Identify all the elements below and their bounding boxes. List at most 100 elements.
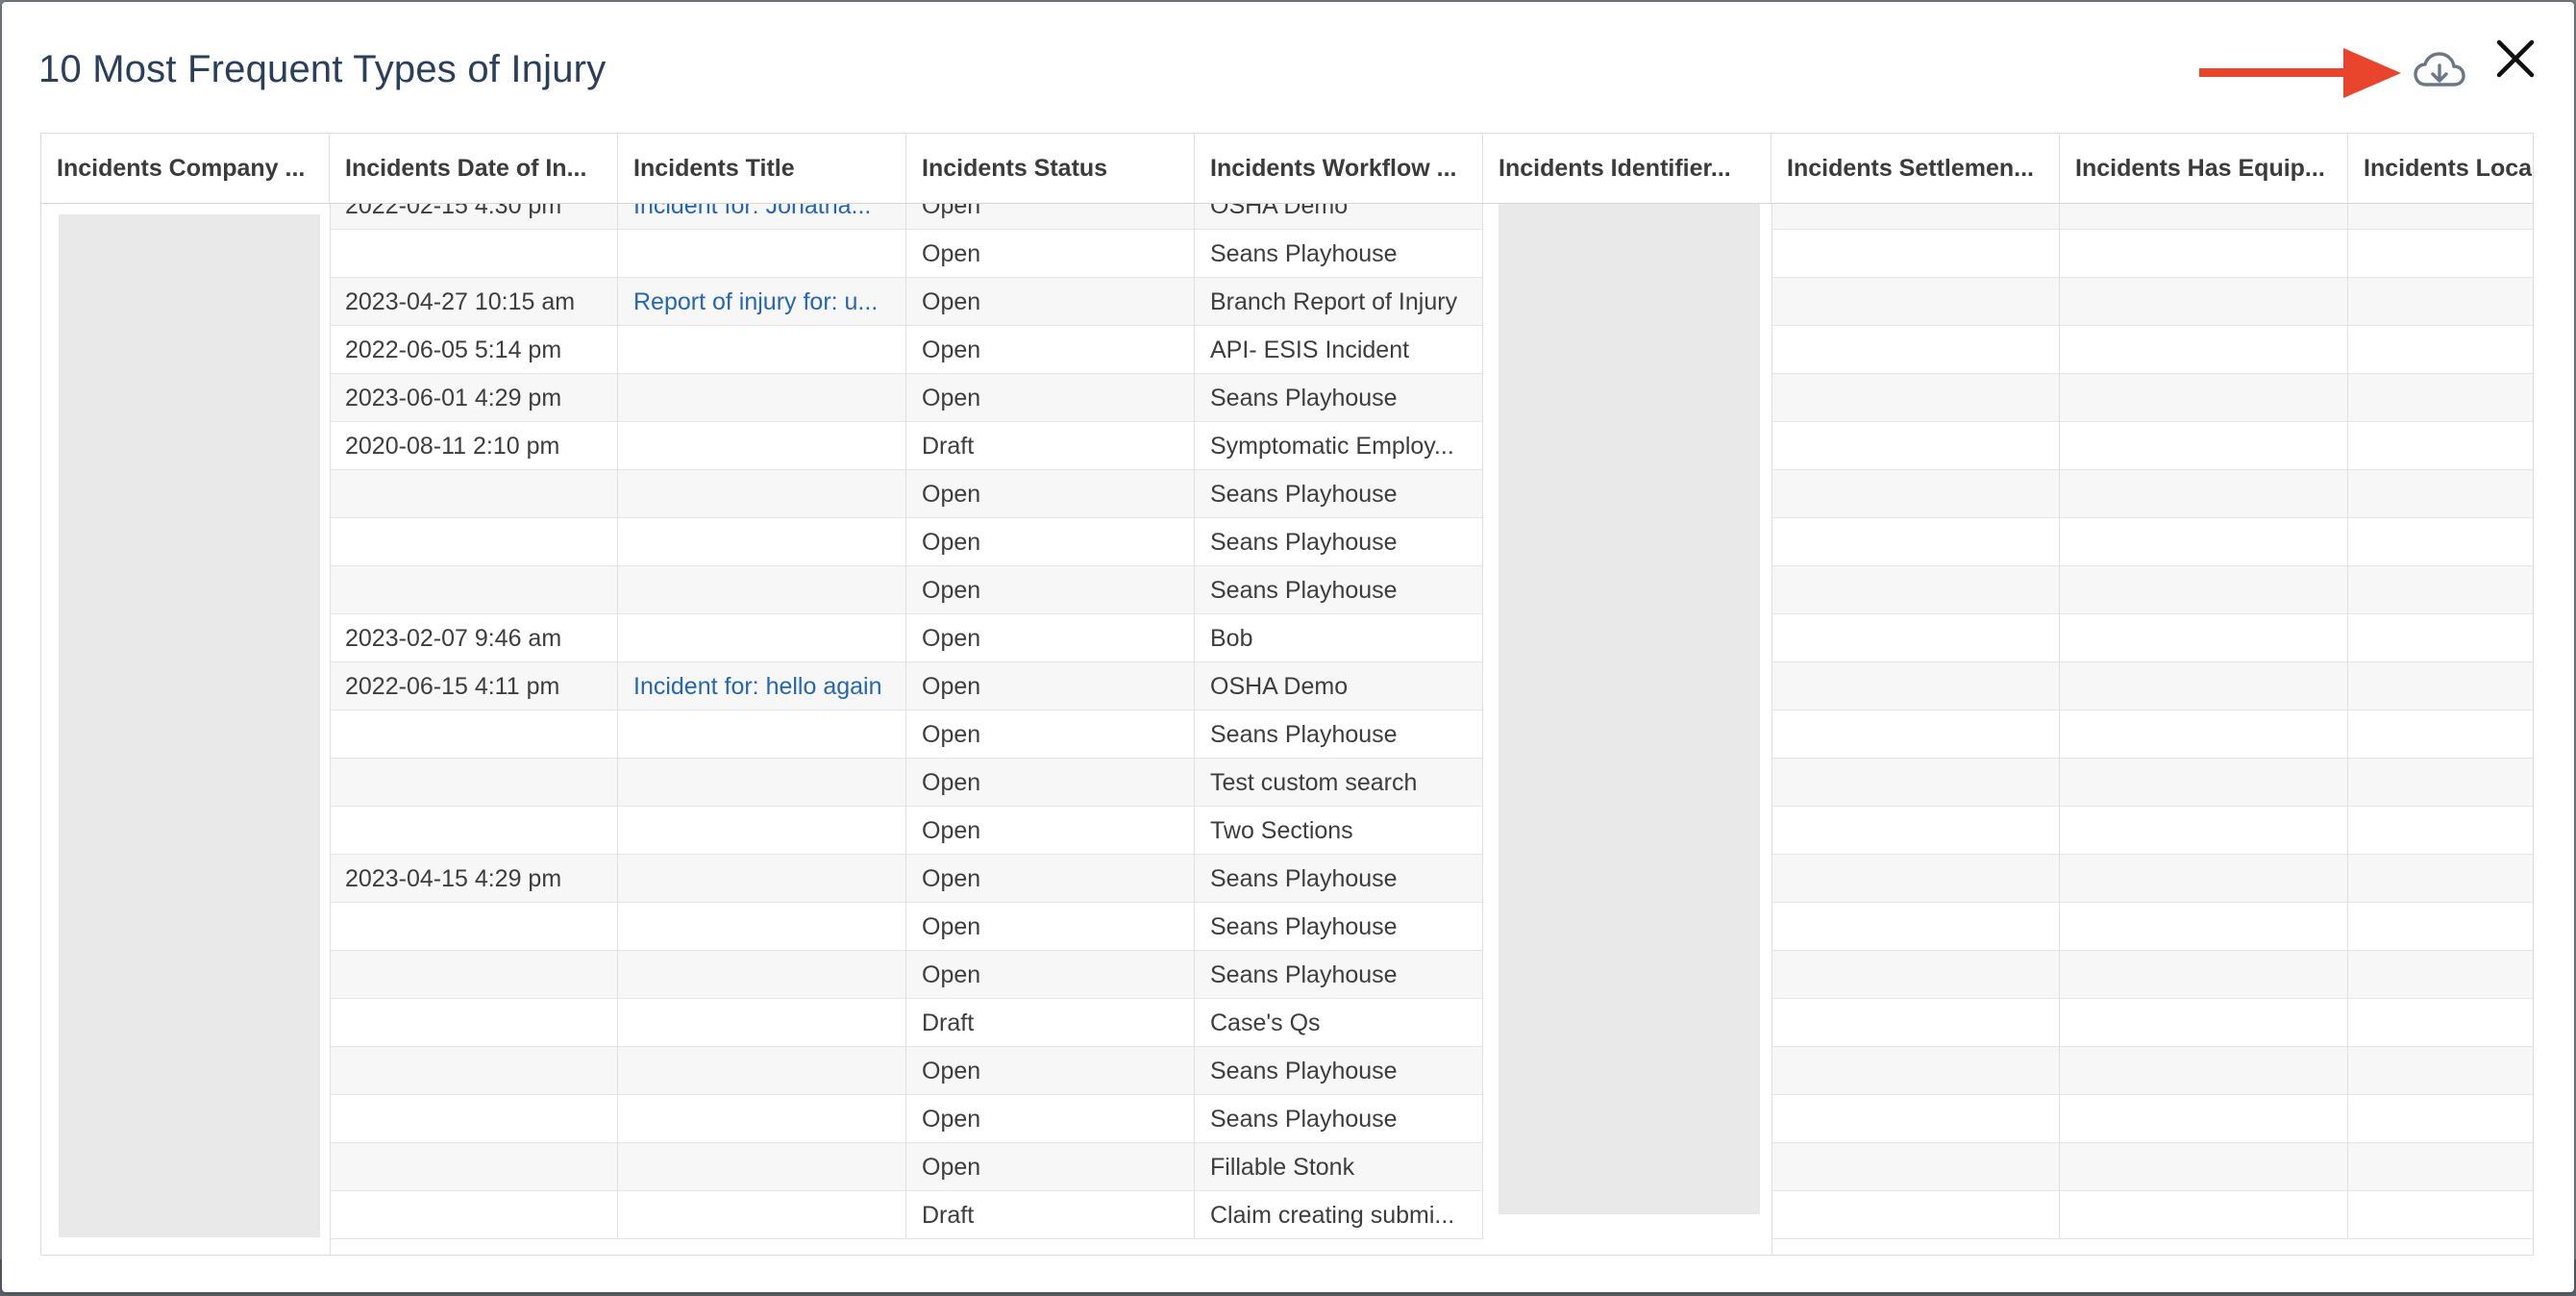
column-header-company[interactable]: Incidents Company ... — [41, 134, 330, 203]
table-row[interactable]: Open Seans Playhouse — [41, 903, 2533, 951]
column-header-status[interactable]: Incidents Status — [906, 134, 1195, 203]
table-row[interactable]: 2023-04-15 4:29 pm Open Seans Playhouse — [41, 855, 2533, 903]
cell-status: Open — [906, 1143, 1195, 1191]
cell-status: Draft — [906, 999, 1195, 1047]
cell-title — [618, 1095, 906, 1143]
cell-workflow: Seans Playhouse — [1195, 710, 1483, 759]
cell-date — [330, 710, 618, 759]
cell-location — [2348, 662, 2533, 710]
cell-title[interactable]: Incident for: hello again — [618, 662, 906, 710]
cell-location — [2348, 951, 2533, 999]
cell-workflow: Seans Playhouse — [1195, 1095, 1483, 1143]
cell-status: Open — [906, 855, 1195, 903]
table-row[interactable]: Open Seans Playhouse — [41, 710, 2533, 759]
cell-settlement — [1771, 326, 2060, 374]
table-row[interactable]: Open Two Sections — [41, 807, 2533, 855]
cell-settlement — [1771, 566, 2060, 614]
cell-location — [2348, 807, 2533, 855]
column-header-settlement[interactable]: Incidents Settlemen... — [1771, 134, 2060, 203]
cell-has-equipment — [2060, 951, 2348, 999]
cell-title — [618, 855, 906, 903]
table-row[interactable]: 2023-06-01 4:29 pm Open Seans Playhouse — [41, 374, 2533, 422]
table-row[interactable]: Open Seans Playhouse — [41, 1047, 2533, 1095]
cell-date — [330, 1047, 618, 1095]
cell-workflow: Seans Playhouse — [1195, 951, 1483, 999]
table-row[interactable]: Open Seans Playhouse — [41, 470, 2533, 518]
cell-location — [2348, 1095, 2533, 1143]
cell-status: Open — [906, 470, 1195, 518]
cell-workflow: Seans Playhouse — [1195, 374, 1483, 422]
cell-location — [2348, 710, 2533, 759]
close-icon — [2496, 39, 2535, 78]
table-row[interactable]: 2023-02-07 9:46 am Open Bob — [41, 614, 2533, 662]
cell-location — [2348, 1143, 2533, 1191]
cell-location — [2348, 374, 2533, 422]
table-row[interactable]: Open Seans Playhouse — [41, 566, 2533, 614]
table-row[interactable]: Open Seans Playhouse — [41, 230, 2533, 278]
redacted-company-block — [59, 214, 320, 1237]
table-row[interactable]: 2022-06-15 4:11 pm Incident for: hello ag… — [41, 662, 2533, 710]
cell-workflow: OSHA Demo — [1195, 662, 1483, 710]
table-row[interactable]: Open Seans Playhouse — [41, 518, 2533, 566]
cell-workflow: Claim creating submi... — [1195, 1191, 1483, 1239]
cell-settlement — [1771, 278, 2060, 326]
table-row[interactable]: Open Test custom search — [41, 759, 2533, 807]
cell-workflow: Fillable Stonk — [1195, 1143, 1483, 1191]
download-button[interactable] — [2413, 50, 2466, 94]
cell-status: Open — [906, 759, 1195, 807]
table-row[interactable]: Draft Case's Qs — [41, 999, 2533, 1047]
table-row[interactable]: Draft Claim creating submi... — [41, 1191, 2533, 1239]
cell-location — [2348, 855, 2533, 903]
table-row[interactable]: 2020-08-11 2:10 pm Draft Symptomatic Emplo… — [41, 422, 2533, 470]
cell-settlement — [1771, 614, 2060, 662]
cell-location — [2348, 1047, 2533, 1095]
cell-status: Open — [906, 566, 1195, 614]
cell-date: 2020-08-11 2:10 pm — [330, 422, 618, 470]
table-row[interactable]: Open Fillable Stonk — [41, 1143, 2533, 1191]
cell-has-equipment — [2060, 1191, 2348, 1239]
cell-status: Open — [906, 662, 1195, 710]
cell-date — [330, 759, 618, 807]
cell-status: Open — [906, 1047, 1195, 1095]
cell-has-equipment — [2060, 326, 2348, 374]
cell-title[interactable]: Report of injury for: u... — [618, 278, 906, 326]
cell-date: 2023-04-27 10:15 am — [330, 278, 618, 326]
cell-title — [618, 230, 906, 278]
column-header-date[interactable]: Incidents Date of In... — [330, 134, 618, 203]
cell-has-equipment — [2060, 278, 2348, 326]
cell-title — [618, 710, 906, 759]
cell-settlement — [1771, 422, 2060, 470]
cell-title — [618, 807, 906, 855]
cell-has-equipment — [2060, 807, 2348, 855]
table-row[interactable]: 2022-06-05 5:14 pm Open API- ESIS Incident — [41, 326, 2533, 374]
column-header-identifier[interactable]: Incidents Identifier... — [1483, 134, 1771, 203]
cell-date: 2023-04-15 4:29 pm — [330, 855, 618, 903]
cell-title — [618, 566, 906, 614]
column-header-title[interactable]: Incidents Title — [618, 134, 906, 203]
cell-status: Open — [906, 710, 1195, 759]
cell-settlement — [1771, 759, 2060, 807]
table-row[interactable]: Open Seans Playhouse — [41, 951, 2533, 999]
cell-has-equipment — [2060, 230, 2348, 278]
column-header-has-equipment[interactable]: Incidents Has Equip... — [2060, 134, 2348, 203]
cell-title — [618, 326, 906, 374]
close-button[interactable] — [2491, 35, 2539, 83]
cell-date — [330, 566, 618, 614]
table-row[interactable]: 2023-04-27 10:15 am Report of injury for:… — [41, 278, 2533, 326]
cloud-download-icon — [2414, 52, 2465, 87]
cell-title — [618, 1191, 906, 1239]
cell-workflow: API- ESIS Incident — [1195, 326, 1483, 374]
incidents-table[interactable]: Incidents Company ... Incidents Date of … — [40, 133, 2534, 1256]
cell-has-equipment — [2060, 903, 2348, 951]
report-modal: 10 Most Frequent Types of Injury Inciden… — [2, 2, 2574, 1292]
cell-date: 2022-06-05 5:14 pm — [330, 326, 618, 374]
cell-has-equipment — [2060, 855, 2348, 903]
cell-status: Open — [906, 903, 1195, 951]
column-header-workflow[interactable]: Incidents Workflow ... — [1195, 134, 1483, 203]
cell-settlement — [1771, 1191, 2060, 1239]
cell-date — [330, 951, 618, 999]
cell-date: 2022-06-15 4:11 pm — [330, 662, 618, 710]
cell-status: Open — [906, 278, 1195, 326]
column-header-location[interactable]: Incidents Loca — [2348, 134, 2533, 203]
table-row[interactable]: Open Seans Playhouse — [41, 1095, 2533, 1143]
